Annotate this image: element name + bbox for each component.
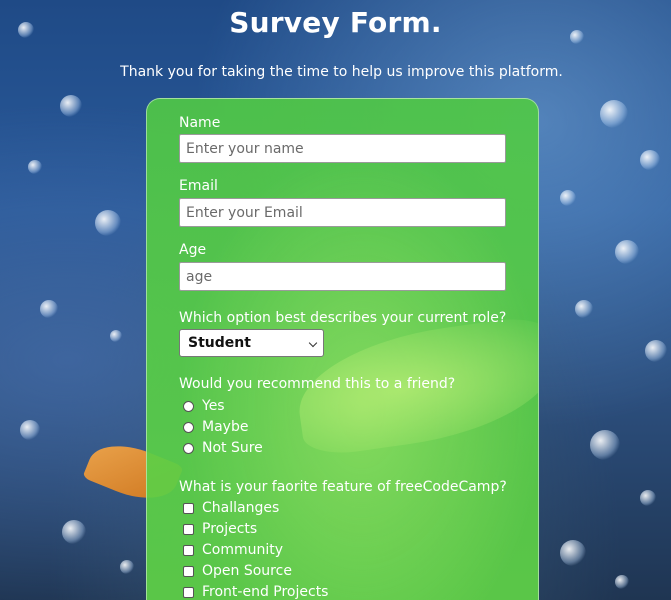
recommend-option-yes[interactable]: Yes bbox=[183, 397, 225, 415]
recommend-option-not-sure[interactable]: Not Sure bbox=[183, 439, 263, 457]
checkbox-label: Challanges bbox=[202, 500, 280, 516]
checkbox[interactable] bbox=[183, 523, 194, 535]
page-description: Thank you for taking the time to help us… bbox=[120, 64, 563, 80]
recommend-option-maybe[interactable]: Maybe bbox=[183, 418, 248, 436]
feature-option-front-end-projects[interactable]: Front-end Projects bbox=[183, 583, 328, 600]
age-input[interactable] bbox=[179, 262, 506, 291]
checkbox-label: Community bbox=[202, 542, 284, 558]
feature-label: What is your faorite feature of freeCode… bbox=[179, 479, 507, 495]
checkbox[interactable] bbox=[183, 544, 194, 556]
feature-option-challanges[interactable]: Challanges bbox=[183, 499, 279, 517]
checkbox-label: Front-end Projects bbox=[202, 584, 329, 600]
age-label: Age bbox=[179, 242, 207, 258]
feature-option-projects[interactable]: Projects bbox=[183, 520, 257, 538]
survey-form: Name Email Age Which option best describ… bbox=[146, 98, 539, 600]
email-input[interactable] bbox=[179, 198, 506, 227]
checkbox[interactable] bbox=[183, 565, 194, 577]
email-label: Email bbox=[179, 178, 218, 194]
radio-label: Maybe bbox=[202, 419, 249, 435]
name-label: Name bbox=[179, 115, 221, 131]
name-input[interactable] bbox=[179, 134, 506, 163]
radio-button[interactable] bbox=[183, 400, 194, 412]
checkbox[interactable] bbox=[183, 502, 194, 514]
chevron-down-icon bbox=[308, 338, 318, 348]
radio-label: Not Sure bbox=[202, 440, 263, 456]
feature-option-open-source[interactable]: Open Source bbox=[183, 562, 292, 580]
role-dropdown[interactable]: Student bbox=[179, 329, 324, 357]
recommend-label: Would you recommend this to a friend? bbox=[179, 376, 456, 392]
checkbox-label: Open Source bbox=[202, 563, 292, 579]
checkbox-label: Projects bbox=[202, 521, 258, 537]
checkbox[interactable] bbox=[183, 586, 194, 598]
radio-button[interactable] bbox=[183, 442, 194, 454]
role-selected-value: Student bbox=[188, 335, 251, 351]
radio-label: Yes bbox=[202, 398, 225, 414]
radio-button[interactable] bbox=[183, 421, 194, 433]
feature-option-community[interactable]: Community bbox=[183, 541, 283, 559]
role-label: Which option best describes your current… bbox=[179, 310, 507, 326]
page-title: Survey Form. bbox=[229, 6, 442, 39]
